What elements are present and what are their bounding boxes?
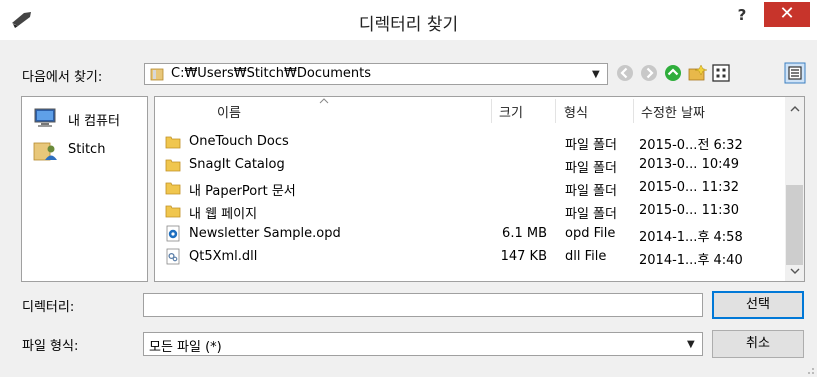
column-header-date[interactable]: 수정한 날짜 bbox=[641, 102, 705, 121]
directory-input[interactable] bbox=[143, 293, 703, 317]
detail-view-icon[interactable] bbox=[784, 62, 806, 84]
sort-ascending-icon bbox=[319, 98, 329, 104]
back-icon[interactable] bbox=[614, 62, 636, 84]
file-name: OneTouch Docs bbox=[189, 134, 289, 149]
file-date: 2014-1...후 4:58 bbox=[639, 230, 743, 245]
file-row[interactable]: Qt5Xml.dll 147 KB dll File 2014-1...후 4:… bbox=[155, 245, 785, 268]
directory-label: 디렉터리: bbox=[22, 300, 75, 315]
close-button[interactable]: ✕ bbox=[764, 2, 810, 27]
file-date: 2014-1...후 4:40 bbox=[639, 253, 743, 268]
file-type: 파일 폴더 bbox=[565, 161, 617, 176]
file-date: 2015-0...전 6:32 bbox=[639, 138, 743, 153]
file-size: 6.1 MB bbox=[502, 226, 547, 241]
sidebar-item-label: 내 컴퓨터 bbox=[68, 114, 120, 129]
chevron-down-icon[interactable]: ▼ bbox=[592, 69, 600, 80]
file-list-header: 이름 크기 형식 수정한 날짜 bbox=[155, 97, 785, 125]
file-name: SnagIt Catalog bbox=[189, 157, 285, 172]
new-folder-icon[interactable] bbox=[686, 62, 708, 84]
sidebar-item-my-computer[interactable]: 내 컴퓨터 bbox=[32, 107, 150, 135]
select-button[interactable]: 선택 bbox=[712, 291, 804, 319]
parent-directory-icon[interactable] bbox=[662, 62, 684, 84]
file-type-value: 모든 파일 (*) bbox=[149, 340, 222, 355]
icon-view-icon[interactable] bbox=[710, 62, 732, 84]
scroll-down-icon[interactable] bbox=[789, 267, 801, 275]
file-name: Qt5Xml.dll bbox=[189, 249, 258, 264]
forward-icon[interactable] bbox=[638, 62, 660, 84]
sidebar-item-label: Stitch bbox=[68, 142, 106, 157]
file-type-combobox[interactable]: 모든 파일 (*) ▼ bbox=[143, 332, 703, 356]
folder-icon bbox=[165, 205, 181, 218]
file-size: 147 KB bbox=[500, 249, 547, 264]
column-header-size[interactable]: 크기 bbox=[499, 102, 523, 121]
folder-icon bbox=[165, 182, 181, 195]
folder-icon bbox=[150, 68, 164, 81]
sidebar-item-stitch[interactable]: Stitch bbox=[32, 139, 150, 167]
file-type: opd File bbox=[565, 226, 616, 241]
column-separator bbox=[555, 99, 556, 123]
folder-icon bbox=[165, 136, 181, 149]
window-title: 디렉터리 찾기 bbox=[358, 15, 459, 35]
resize-grip-icon[interactable] bbox=[803, 363, 815, 375]
places-sidebar: 내 컴퓨터 Stitch bbox=[21, 96, 148, 282]
opd-file-icon bbox=[166, 225, 180, 242]
look-in-label: 다음에서 찾기: bbox=[22, 70, 103, 85]
user-folder-icon bbox=[33, 142, 57, 161]
file-type: 파일 폴더 bbox=[565, 184, 617, 199]
file-name: 내 웹 페이지 bbox=[189, 207, 258, 222]
look-in-path: C:₩Users₩Stitch₩Documents bbox=[171, 66, 371, 81]
file-date: 2015-0... 11:30 bbox=[639, 203, 740, 218]
file-type: dll File bbox=[565, 249, 607, 264]
scrollbar-thumb[interactable] bbox=[786, 185, 803, 265]
file-row[interactable]: 내 PaperPort 문서 파일 폴더 2015-0... 11:32 bbox=[155, 176, 785, 199]
file-name: 내 PaperPort 문서 bbox=[189, 184, 296, 199]
column-separator bbox=[633, 99, 634, 123]
file-list[interactable]: 이름 크기 형식 수정한 날짜 OneTouch Docs 파일 폴더 2015… bbox=[154, 96, 805, 282]
cancel-button[interactable]: 취소 bbox=[712, 330, 804, 358]
column-header-type[interactable]: 형식 bbox=[564, 102, 588, 121]
column-header-name[interactable]: 이름 bbox=[217, 102, 241, 121]
file-date: 2013-0... 10:49 bbox=[639, 157, 740, 172]
file-row[interactable]: Newsletter Sample.opd 6.1 MB opd File 20… bbox=[155, 222, 785, 245]
vertical-scrollbar[interactable] bbox=[785, 97, 804, 281]
help-button[interactable]: ? bbox=[730, 6, 754, 30]
chevron-down-icon[interactable]: ▼ bbox=[687, 339, 695, 350]
file-row[interactable]: 내 웹 페이지 파일 폴더 2015-0... 11:30 bbox=[155, 199, 785, 222]
scroll-up-icon[interactable] bbox=[789, 105, 801, 113]
file-row[interactable]: SnagIt Catalog 파일 폴더 2013-0... 10:49 bbox=[155, 153, 785, 176]
file-type-label: 파일 형식: bbox=[22, 339, 79, 354]
dll-file-icon bbox=[166, 248, 180, 265]
folder-icon bbox=[165, 159, 181, 172]
column-separator bbox=[491, 99, 492, 123]
file-type: 파일 폴더 bbox=[565, 138, 617, 153]
computer-icon bbox=[34, 108, 56, 127]
look-in-combobox[interactable]: C:₩Users₩Stitch₩Documents ▼ bbox=[144, 63, 608, 85]
file-name: Newsletter Sample.opd bbox=[189, 226, 341, 241]
file-type: 파일 폴더 bbox=[565, 207, 617, 222]
file-date: 2015-0... 11:32 bbox=[639, 180, 740, 195]
file-row[interactable]: OneTouch Docs 파일 폴더 2015-0...전 6:32 bbox=[155, 130, 785, 153]
